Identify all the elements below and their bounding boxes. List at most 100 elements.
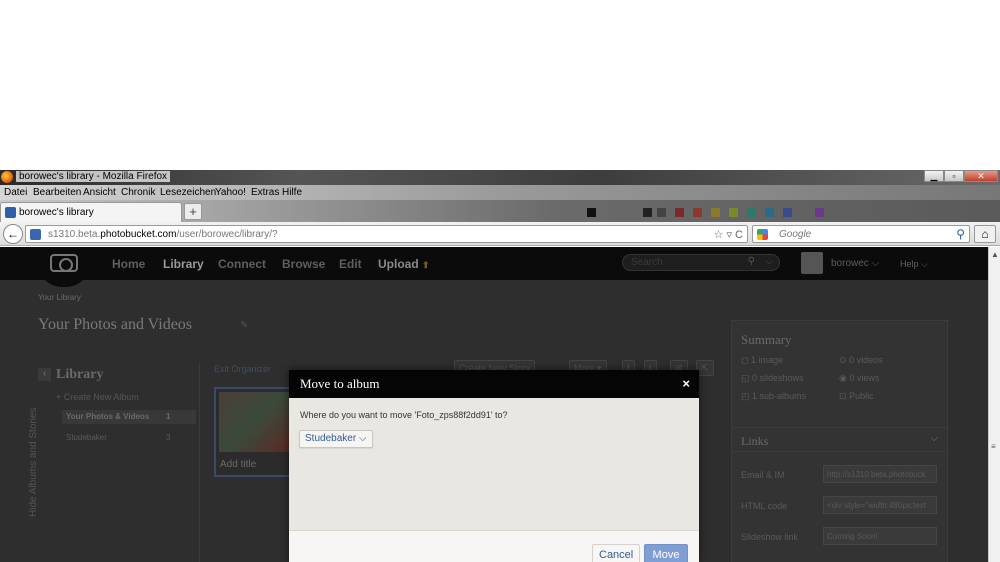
edit-pencil-icon[interactable]: ✎	[240, 320, 248, 331]
avatar[interactable]	[801, 252, 823, 274]
thumbnail-image[interactable]	[219, 392, 289, 452]
chevron-down-icon[interactable]: ⌵	[766, 256, 773, 267]
move-button[interactable]: Move	[644, 544, 688, 562]
maximize-button[interactable]: ▫	[944, 170, 964, 182]
page-title: Your Photos and Videos	[38, 316, 193, 333]
scroll-up-icon[interactable]: ▲	[991, 250, 999, 259]
dialog-footer: Cancel Move	[289, 530, 699, 562]
nav-library[interactable]: Library	[163, 257, 204, 271]
nav-home[interactable]: Home	[112, 257, 145, 271]
navigation-toolbar: ← s1310.beta.photobucket.com/user/borowe…	[0, 222, 1000, 246]
new-tab-button[interactable]: +	[184, 203, 202, 220]
site-nav: Home Library Connect Browse Edit Upload …	[0, 247, 988, 280]
toolbar-icon	[693, 208, 702, 217]
photobucket-favicon	[5, 207, 16, 218]
add-title-field[interactable]: Add title	[220, 459, 256, 470]
eye-icon: ◉	[839, 373, 847, 383]
breadcrumb[interactable]: Your Library	[38, 293, 81, 302]
views-count: ◉ 0 views	[839, 373, 880, 383]
site-identity-icon[interactable]	[30, 229, 41, 240]
scroll-grip-icon[interactable]: ≡	[991, 442, 996, 451]
nav-browse[interactable]: Browse	[282, 257, 325, 271]
album-count: 3	[166, 433, 171, 442]
summary-heading: Summary	[741, 332, 792, 347]
window-titlebar: borowec's library - Mozilla Firefox ▁ ▫ …	[0, 170, 1000, 185]
back-button[interactable]: ←	[3, 224, 23, 244]
videos-count: ⊙ 0 videos	[839, 355, 883, 365]
toolbar-icon	[747, 208, 756, 217]
toolbar-icon	[815, 208, 824, 217]
bookmark-star-icon[interactable]: ☆ ▿ C	[714, 228, 743, 241]
cancel-button[interactable]: Cancel	[592, 544, 641, 562]
menu-hilfe[interactable]: Hilfe	[282, 187, 302, 198]
menu-extras[interactable]: Extras	[251, 187, 279, 198]
help-menu[interactable]: Help ⌵	[900, 259, 928, 270]
search-icon[interactable]: ⚲	[956, 227, 965, 241]
dialog-title: Move to album	[300, 376, 380, 391]
upload-arrow-icon: ⬆	[422, 260, 430, 270]
firefox-icon	[1, 171, 13, 183]
close-icon[interactable]: ×	[682, 376, 690, 391]
screen: borowec's library - Mozilla Firefox ▁ ▫ …	[0, 0, 1000, 562]
chevron-down-icon: ⌵	[871, 258, 880, 269]
dialog-header: Move to album ×	[289, 370, 699, 398]
nav-upload[interactable]: Upload ⬆	[378, 257, 430, 271]
toolbar-icon	[729, 208, 738, 217]
slideshows-count: ◱ 0 slideshows	[741, 373, 804, 383]
album-name: Studebaker	[66, 433, 107, 442]
url-text: s1310.beta.photobucket.com/user/borowec/…	[48, 229, 278, 240]
folder-icon: ◰	[741, 391, 750, 401]
links-header[interactable]: Links ⌵	[732, 428, 947, 452]
links-panel: Links ⌵ Email & IM http://s1310.beta.pho…	[731, 427, 948, 562]
toolbar-icon	[643, 208, 652, 217]
nav-connect[interactable]: Connect	[218, 257, 266, 271]
url-bar[interactable]: s1310.beta.photobucket.com/user/borowec/…	[25, 225, 748, 243]
album-name: Your Photos & Videos	[66, 412, 150, 421]
tab-bar: borowec's library +	[0, 200, 1000, 222]
create-new-album-link[interactable]: + Create New Album	[56, 392, 139, 402]
page-scrollbar[interactable]: ▲ ≡	[988, 247, 1000, 562]
link-value-email[interactable]: http://s1310.beta.photobuck	[823, 465, 937, 483]
google-icon[interactable]	[757, 229, 768, 240]
toolbar-icon	[711, 208, 720, 217]
camera-icon	[50, 254, 78, 272]
album-count: 1	[166, 412, 171, 421]
move-to-album-dialog: Move to album × Where do you want to mov…	[289, 370, 699, 562]
site-search-input[interactable]: Search ⚲ ⌵	[622, 254, 780, 271]
toolbar-icon	[675, 208, 684, 217]
close-window-button[interactable]: ✕	[964, 170, 998, 182]
chevron-left-icon[interactable]: ‹	[38, 368, 51, 381]
links-heading: Links	[741, 434, 769, 448]
chevron-down-icon[interactable]: ⌵	[930, 433, 938, 444]
chevron-down-icon: ⌵	[921, 259, 928, 269]
photobucket-logo[interactable]	[38, 247, 90, 287]
search-bar[interactable]: Google ⚲	[752, 225, 970, 243]
menu-bearbeiten[interactable]: Bearbeiten	[33, 187, 81, 198]
link-value-slideshow[interactable]: Coming Soon!	[823, 527, 937, 545]
tab-borowecs-library[interactable]: borowec's library	[0, 202, 182, 222]
home-button[interactable]: ⌂	[974, 225, 996, 243]
library-heading: Library	[56, 367, 104, 382]
slideshow-icon: ◱	[741, 373, 750, 383]
media-thumbnail[interactable]: Add title	[214, 387, 294, 477]
link-label-slideshow: Slideshow link	[741, 532, 799, 542]
menu-chronik[interactable]: Chronik	[121, 187, 155, 198]
user-menu[interactable]: borowec ⌵	[831, 258, 879, 269]
magnifier-icon[interactable]: ⚲	[748, 256, 755, 267]
minimize-button[interactable]: ▁	[924, 170, 944, 182]
menu-datei[interactable]: Datei	[4, 187, 27, 198]
link-label-html: HTML code	[741, 501, 788, 511]
toolbar-icon	[587, 208, 596, 217]
video-icon: ⊙	[839, 355, 847, 365]
toolbar-icon	[783, 208, 792, 217]
album-item-your-photos[interactable]: Your Photos & Videos 1	[62, 410, 196, 424]
toolbar-icon	[657, 208, 666, 217]
menu-yahoo[interactable]: Yahoo!	[215, 187, 246, 198]
menu-ansicht[interactable]: Ansicht	[83, 187, 116, 198]
menu-lesezeichen[interactable]: Lesezeichen	[160, 187, 216, 198]
link-value-html[interactable]: <div style="width:480px;text	[823, 496, 937, 514]
nav-edit[interactable]: Edit	[339, 257, 362, 271]
exit-organizer-link[interactable]: Exit Organizer	[214, 364, 271, 374]
privacy-status[interactable]: ⊡ Public	[839, 391, 874, 402]
album-select[interactable]: Studebaker ⌵	[299, 430, 373, 448]
